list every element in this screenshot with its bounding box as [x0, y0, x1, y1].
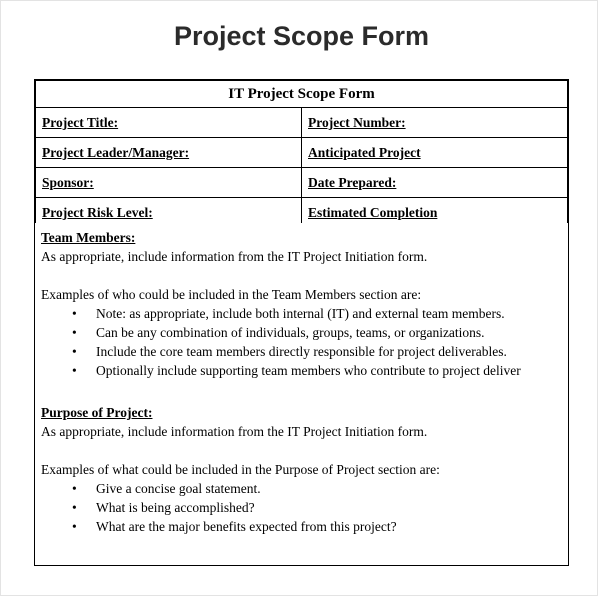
list-item: • Give a concise goal statement.	[41, 479, 568, 498]
section-team-members: Team Members: As appropriate, include in…	[34, 223, 569, 399]
page-title: Project Scope Form	[173, 21, 430, 51]
list-item: • Note: as appropriate, include both int…	[41, 304, 568, 323]
section-heading: Team Members:	[41, 230, 136, 245]
bullet-icon: •	[72, 363, 77, 378]
section-examples-intro: Examples of who could be included in the…	[41, 287, 422, 302]
field-label: Anticipated Project	[308, 144, 421, 160]
field-sponsor[interactable]: Sponsor:	[35, 167, 302, 198]
list-item: • Optionally include supporting team mem…	[41, 361, 568, 380]
list-item-label: Include the core team members directly r…	[96, 344, 507, 359]
list-item: • What are the major benefits expected f…	[41, 517, 568, 536]
field-date-prepared[interactable]: Date Prepared:	[301, 167, 568, 198]
list-item-label: Can be any combination of individuals, g…	[96, 325, 485, 340]
table-header-row: IT Project Scope Form	[35, 80, 568, 108]
form-header-label: IT Project Scope Form	[228, 86, 375, 102]
bullet-icon: •	[72, 306, 77, 321]
table-row: Sponsor: Date Prepared:	[35, 167, 568, 198]
list-item: • Can be any combination of individuals,…	[41, 323, 568, 342]
field-label: Project Risk Level:	[42, 204, 153, 220]
project-scope-form-table: IT Project Scope Form Project Title: Pro…	[34, 79, 569, 229]
document-page: Project Scope Form IT Project Scope Form…	[0, 0, 598, 596]
field-label: Sponsor:	[42, 174, 94, 190]
bullet-icon: •	[72, 344, 77, 359]
field-project-leader-manager[interactable]: Project Leader/Manager:	[35, 137, 302, 168]
bullet-icon: •	[72, 519, 77, 534]
field-label: Project Leader/Manager:	[42, 144, 190, 160]
section-paragraph: As appropriate, include information from…	[41, 424, 428, 439]
section-purpose-of-project: Purpose of Project: As appropriate, incl…	[34, 398, 569, 566]
table-row: Project Leader/Manager: Anticipated Proj…	[35, 137, 568, 168]
list-item-label: Note: as appropriate, include both inter…	[96, 306, 505, 321]
list-item-label: Give a concise goal statement.	[96, 481, 261, 496]
field-anticipated-project[interactable]: Anticipated Project	[301, 137, 568, 168]
field-label: Date Prepared:	[308, 174, 397, 190]
section-examples-intro: Examples of what could be included in th…	[41, 462, 440, 477]
section-bullet-list: • Note: as appropriate, include both int…	[41, 304, 568, 380]
list-item-label: What is being accomplished?	[96, 500, 255, 515]
section-heading: Purpose of Project:	[41, 405, 153, 420]
field-label: Estimated Completion	[308, 204, 438, 220]
list-item: • Include the core team members directly…	[41, 342, 568, 361]
bullet-icon: •	[72, 325, 77, 340]
list-item-label: What are the major benefits expected fro…	[96, 519, 397, 534]
field-project-number[interactable]: Project Number:	[301, 107, 568, 138]
section-paragraph: As appropriate, include information from…	[41, 249, 428, 264]
list-item: • What is being accomplished?	[41, 498, 568, 517]
field-label: Project Title:	[42, 114, 119, 130]
form-header-cell: IT Project Scope Form	[35, 80, 568, 108]
table-row: Project Title: Project Number:	[35, 107, 568, 138]
list-item-label: Optionally include supporting team membe…	[96, 363, 521, 378]
section-bullet-list: • Give a concise goal statement. • What …	[41, 479, 568, 536]
field-project-title[interactable]: Project Title:	[35, 107, 302, 138]
bullet-icon: •	[72, 481, 77, 496]
field-label: Project Number:	[308, 114, 406, 130]
bullet-icon: •	[72, 500, 77, 515]
